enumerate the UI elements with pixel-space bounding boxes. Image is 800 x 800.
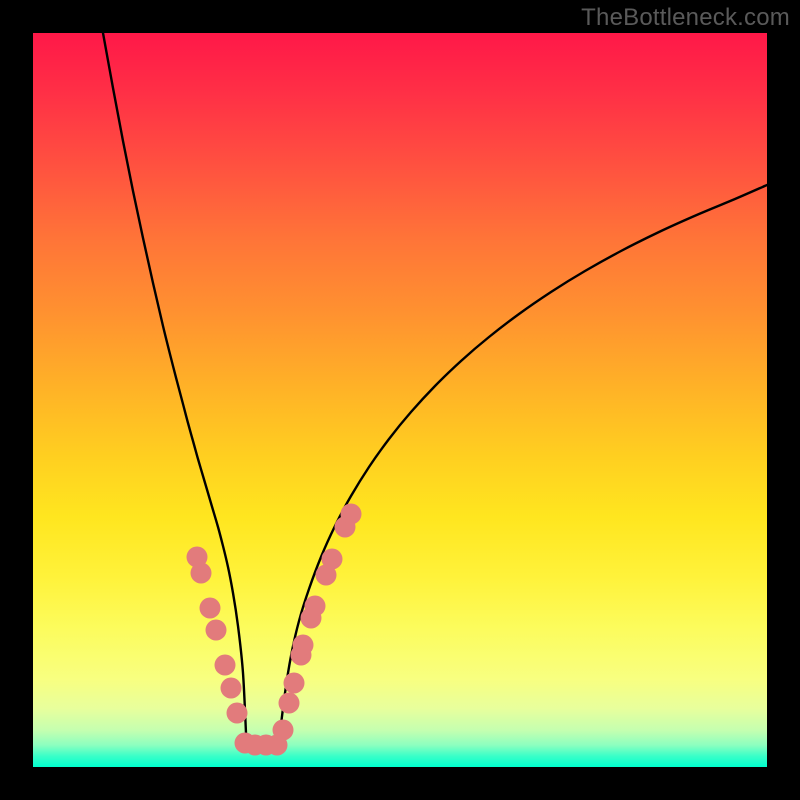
data-dot (293, 635, 314, 656)
watermark-text: TheBottleneck.com (581, 4, 790, 32)
left-dot-group (187, 547, 277, 756)
data-dot (322, 549, 343, 570)
data-dot (279, 693, 300, 714)
data-dot (305, 596, 326, 617)
data-dot (341, 504, 362, 525)
data-dot (227, 703, 248, 724)
data-dot (215, 655, 236, 676)
data-dot (200, 598, 221, 619)
data-dot (221, 678, 242, 699)
data-dot (191, 563, 212, 584)
curve-right-branch (280, 185, 767, 733)
chart-overlay (33, 33, 767, 767)
data-dot (284, 673, 305, 694)
chart-frame: TheBottleneck.com (0, 0, 800, 800)
data-dot (273, 720, 294, 741)
data-dot (206, 620, 227, 641)
